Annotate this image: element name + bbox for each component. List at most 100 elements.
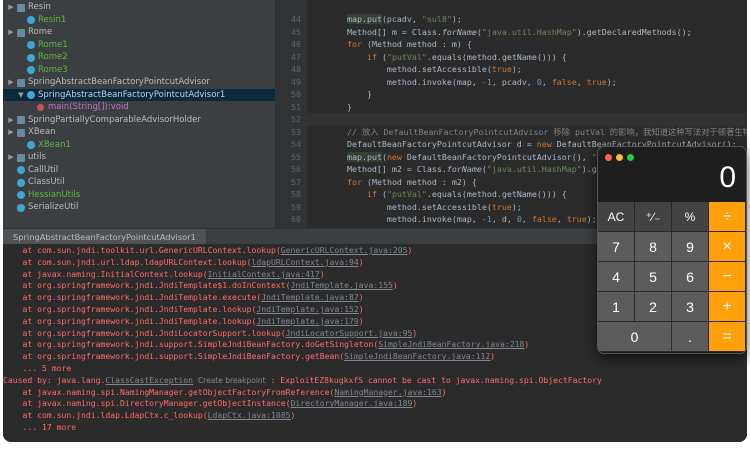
- console-text: Caused by: java.lang.: [3, 374, 106, 385]
- tree-item[interactable]: Resin1: [3, 14, 275, 27]
- line-number: 55: [291, 151, 301, 162]
- code-line[interactable]: method.invoke(map, -1, pcadv, 0, false, …: [307, 76, 747, 89]
- stack-trace-link[interactable]: LdapCtx.java:1085: [208, 410, 291, 420]
- zoom-window-button[interactable]: [627, 154, 634, 161]
- console-text: at org.springframework.jndi.JndiTemplate…: [3, 280, 291, 291]
- stack-trace-link[interactable]: JndiLocatorSupport.java:95: [286, 328, 413, 338]
- stack-trace-link[interactable]: JndiTemplate.java:179: [256, 316, 358, 326]
- multiply-key[interactable]: ×: [709, 232, 746, 262]
- decimal-key[interactable]: .: [672, 322, 709, 352]
- tree-item[interactable]: main(String[]):void: [3, 101, 275, 114]
- stack-trace-link[interactable]: NamingManager.java:163: [334, 387, 441, 397]
- line-number: 53: [291, 126, 301, 137]
- close-window-button[interactable]: [605, 154, 612, 161]
- key-8[interactable]: 8: [635, 232, 672, 262]
- tree-item-label: utils: [28, 152, 46, 162]
- tree-item-label: XBean: [28, 127, 56, 137]
- tree-item[interactable]: CallUtil: [3, 164, 275, 177]
- equals-key[interactable]: =: [709, 322, 746, 352]
- minimize-window-button[interactable]: [616, 154, 623, 161]
- chevron-right-icon[interactable]: ▶: [7, 114, 15, 127]
- clear-key[interactable]: AC: [598, 202, 635, 232]
- key-5[interactable]: 5: [635, 262, 672, 292]
- line-number: 45: [291, 26, 301, 37]
- tree-item[interactable]: ▶ SpringAbstractBeanFactoryPointcutAdviso…: [3, 76, 275, 89]
- minus-key[interactable]: −: [709, 262, 746, 292]
- chevron-right-icon[interactable]: ▶: [7, 151, 15, 164]
- key-2[interactable]: 2: [635, 292, 672, 322]
- tree-item[interactable]: Rome3: [3, 64, 275, 77]
- console-text: ): [407, 245, 413, 255]
- code-line[interactable]: // 放入 DefaultBeanFactoryPointcutAdvisor …: [307, 126, 747, 139]
- tree-item-label: Rome3: [38, 64, 68, 75]
- key-1[interactable]: 1: [598, 292, 635, 322]
- code-token: "java.util.HashMap": [481, 26, 577, 37]
- screenshot-frame: ▶ Resin Resin1 ▶ Rome Rome1 Rome2 Rome3 ▶ SpringA…: [0, 0, 750, 450]
- divide-key[interactable]: ÷: [709, 202, 746, 232]
- code-line[interactable]: method.setAccessible(true);: [307, 63, 747, 76]
- tree-item[interactable]: SerializeUtil: [3, 201, 275, 214]
- code-token: forName: [441, 26, 477, 37]
- stack-trace-link[interactable]: SimpleJndiBeanFactory.java:112: [344, 351, 490, 361]
- tree-item[interactable]: ▼ SpringAbstractBeanFactoryPointcutAdviso…: [3, 88, 275, 102]
- key-0[interactable]: 0: [598, 322, 672, 352]
- calculator-window[interactable]: 0 AC ⁺∕₋% ÷ 7 8 9 × 4 5 6− 1 2 3 +0. =: [597, 146, 747, 354]
- key-4[interactable]: 4: [598, 262, 635, 292]
- tree-item[interactable]: ▶ Rome: [3, 26, 275, 39]
- project-tree[interactable]: ▶ Resin Resin1 ▶ Rome Rome1 Rome2 Rome3 ▶ SpringA…: [3, 0, 275, 228]
- console-text: ): [412, 327, 418, 338]
- plus-key[interactable]: +: [709, 292, 746, 322]
- tree-item[interactable]: ▶ SpringPartiallyComparableAdvisorHolder: [3, 114, 275, 127]
- console-line: at com.sun.jndi.ldap.LdapCtx.c_lookup(Ld…: [3, 410, 747, 422]
- sign-key[interactable]: ⁺∕₋: [635, 202, 672, 232]
- chevron-right-icon[interactable]: ▶: [7, 76, 15, 89]
- code-line[interactable]: for (Method method : m) {: [307, 38, 747, 51]
- tree-item[interactable]: HessianUtils: [3, 189, 275, 202]
- code-token: ,: [556, 214, 567, 224]
- stack-trace-link[interactable]: JndiTemplate.java:87: [261, 292, 358, 302]
- create-breakpoint-link[interactable]: Create breakpoint: [198, 376, 266, 385]
- tree-item[interactable]: XBean1: [3, 139, 275, 152]
- class-icon: [17, 191, 25, 199]
- tree-item[interactable]: ClassUtil: [3, 176, 275, 189]
- code-line[interactable]: if ("putVal".equals(method.getName())) {: [307, 51, 747, 64]
- class-icon: [17, 203, 25, 212]
- tree-item[interactable]: Rome2: [3, 51, 275, 64]
- key-6[interactable]: 6: [672, 262, 709, 292]
- chevron-right-icon[interactable]: ▶: [7, 126, 15, 139]
- percent-key[interactable]: %: [672, 202, 709, 232]
- stack-trace-link[interactable]: JndiTemplate.java:152: [256, 304, 358, 314]
- chevron-down-icon[interactable]: ▼: [17, 89, 25, 102]
- tree-item[interactable]: ▶ Resin: [3, 1, 275, 14]
- stack-trace-link[interactable]: SimpleJndiBeanFactory.java:218: [378, 339, 524, 349]
- console-text: at com.sun.jndi.toolkit.url.GenericURLCo…: [3, 245, 281, 255]
- stack-trace-link[interactable]: GenericURLContext.java:205: [281, 245, 408, 255]
- console-text: ): [290, 410, 296, 421]
- console-text: at javax.naming.spi.NamingManager.getObj…: [3, 386, 335, 397]
- chevron-right-icon[interactable]: ▶: [7, 1, 15, 14]
- tree-item[interactable]: ▶ utils: [3, 151, 275, 164]
- tree-item[interactable]: Rome1: [3, 39, 275, 52]
- code-line[interactable]: Method[] m = Class.forName("java.util.Ha…: [307, 26, 747, 39]
- code-line[interactable]: }: [307, 101, 747, 114]
- tree-item[interactable]: ▶ XBean: [3, 126, 275, 139]
- stack-trace-link[interactable]: InitialContext.java:417: [208, 269, 320, 279]
- stack-trace-link[interactable]: DirectoryManager.java:189: [291, 398, 413, 408]
- code-token: );: [586, 214, 597, 224]
- key-9[interactable]: 9: [672, 232, 709, 262]
- console-text: at javax.naming.spi.DirectoryManager.get…: [3, 398, 291, 409]
- code-line[interactable]: map.put(pcadv, "sul8");: [307, 13, 747, 26]
- key-3[interactable]: 3: [672, 292, 709, 322]
- tree-item-label: Resin1: [38, 14, 67, 25]
- code-line[interactable]: [307, 113, 747, 126]
- console-text: ): [358, 315, 364, 326]
- chevron-right-icon[interactable]: ▶: [7, 26, 15, 39]
- stack-trace-link[interactable]: ClassCastException: [105, 375, 193, 385]
- stack-trace-link[interactable]: ldapURLContext.java:94: [252, 257, 359, 267]
- key-7[interactable]: 7: [598, 232, 635, 262]
- code-line[interactable]: }: [307, 88, 747, 101]
- run-tab[interactable]: SpringAbstractBeanFactoryPointcutAdvisor…: [3, 229, 206, 245]
- stack-trace-link[interactable]: JndiTemplate.java:155: [291, 280, 393, 290]
